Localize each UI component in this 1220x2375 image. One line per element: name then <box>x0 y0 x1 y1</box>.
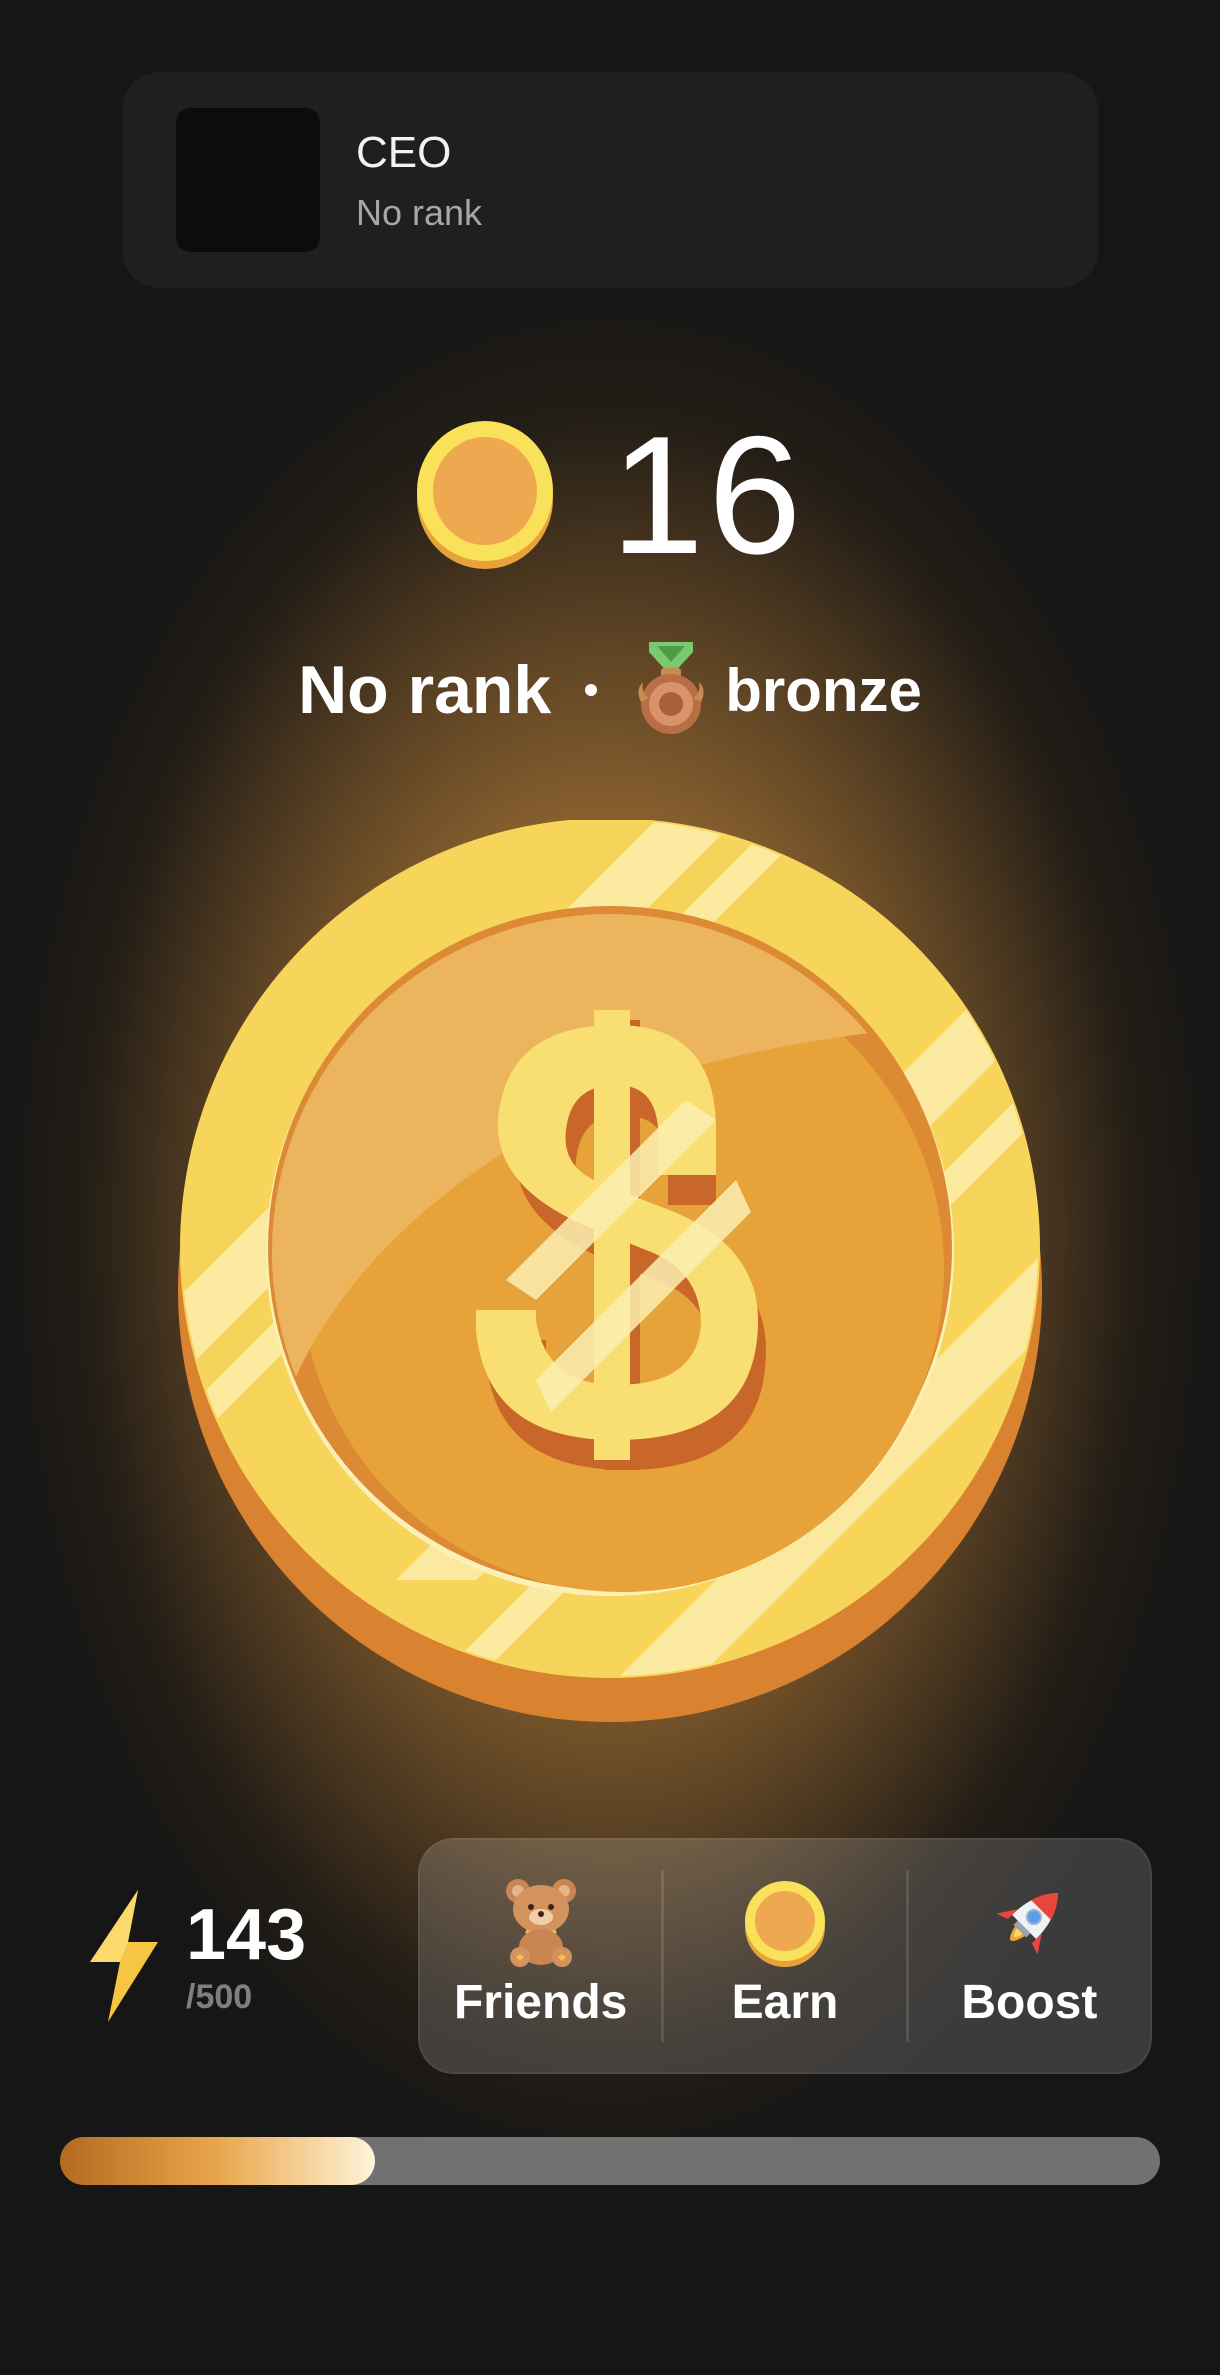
clicker-game-screen: CEO No rank 16 No rank bronze 143 /500 F… <box>0 0 1220 2375</box>
energy-progress-bar <box>60 2137 1160 2185</box>
energy-indicator: 143 /500 <box>90 1890 390 2022</box>
nav-boost-button[interactable]: Boost <box>909 1840 1150 2072</box>
bottom-nav-panel: Friends Earn Boost <box>418 1838 1152 2074</box>
lightning-icon <box>90 1890 158 2022</box>
balance-value: 16 <box>610 401 806 589</box>
energy-current: 143 <box>186 1895 307 1975</box>
nav-friends-label: Friends <box>453 1975 628 2029</box>
teddy-bear-icon <box>505 1878 576 1967</box>
bronze-medal-icon <box>638 642 704 734</box>
coin-icon <box>744 1880 825 1967</box>
avatar <box>176 108 320 252</box>
user-rank: No rank <box>356 192 483 233</box>
nav-friends-button[interactable]: Friends <box>420 1840 661 2072</box>
rank-text: No rank <box>298 652 552 728</box>
energy-max: /500 <box>186 1978 253 2016</box>
league-text: bronze <box>725 656 922 724</box>
nav-earn-label: Earn <box>731 1975 839 2029</box>
dollar-coin-icon[interactable] <box>176 820 1044 1740</box>
energy-progress-fill <box>60 2137 375 2185</box>
coin-icon <box>416 421 553 569</box>
rocket-icon <box>996 1892 1059 1955</box>
user-profile-card[interactable]: CEO No rank <box>122 72 1098 288</box>
rank-league-line: No rank bronze <box>0 640 1220 740</box>
separator-dot <box>585 684 598 696</box>
nav-boost-label: Boost <box>961 1975 1098 2029</box>
user-name: CEO <box>356 128 452 177</box>
nav-earn-button[interactable]: Earn <box>664 1840 905 2072</box>
balance-display: 16 <box>0 405 1220 585</box>
